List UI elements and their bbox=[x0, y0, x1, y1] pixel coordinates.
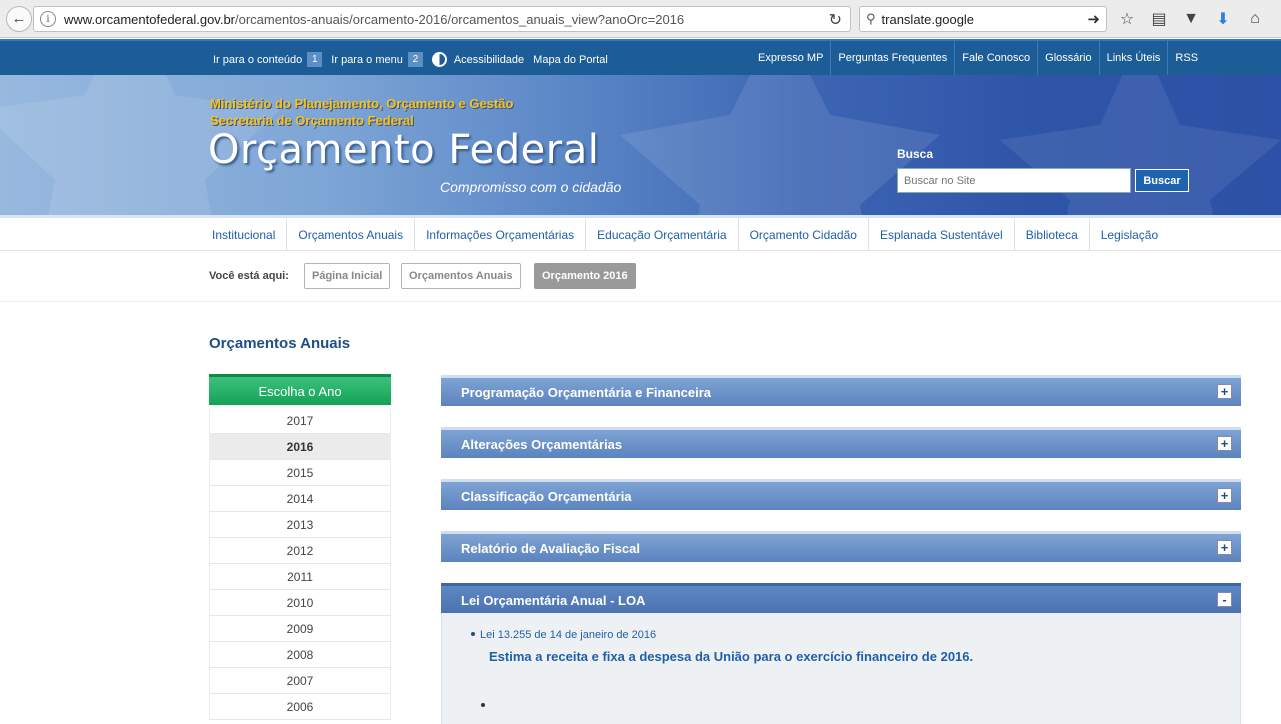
menu-item-7[interactable]: Legislação bbox=[1090, 218, 1169, 251]
year-option[interactable]: 2006 bbox=[209, 694, 391, 720]
info-icon[interactable]: i bbox=[40, 11, 56, 27]
year-option[interactable]: 2007 bbox=[209, 668, 391, 694]
year-option[interactable]: 2016 bbox=[209, 434, 391, 460]
collapse-icon[interactable]: - bbox=[1217, 592, 1232, 607]
browser-search-field[interactable]: ⚲ translate.google ➜ bbox=[859, 6, 1107, 32]
accordion-programacao[interactable]: Programação Orçamentária e Financeira + bbox=[441, 375, 1241, 406]
search-label: Busca bbox=[897, 147, 934, 161]
bullet-icon bbox=[481, 703, 485, 707]
search-button[interactable]: Buscar bbox=[1135, 169, 1189, 192]
year-option[interactable]: 2010 bbox=[209, 590, 391, 616]
expand-icon[interactable]: + bbox=[1217, 488, 1232, 503]
expand-icon[interactable]: + bbox=[1217, 384, 1232, 399]
search-icon: ⚲ bbox=[866, 11, 876, 26]
accordion-classificacao[interactable]: Classificação Orçamentária + bbox=[441, 479, 1241, 510]
url-path: /orcamentos-anuais/orcamento-2016/orcame… bbox=[235, 11, 685, 27]
menu-item-0[interactable]: Institucional bbox=[201, 218, 288, 251]
accordion-title: Classificação Orçamentária bbox=[461, 488, 632, 504]
expand-icon[interactable]: + bbox=[1217, 540, 1232, 555]
skip-content-key: 1 bbox=[307, 52, 323, 67]
accordion-loa-content: Lei 13.255 de 14 de janeiro de 2016 Esti… bbox=[441, 613, 1241, 724]
accordion-title: Alterações Orçamentárias bbox=[461, 436, 623, 452]
main-navigation: Institucional Orçamentos Anuais Informaçõe… bbox=[0, 215, 1281, 251]
site-tagline: Compromisso com o cidadão bbox=[440, 179, 622, 195]
year-option[interactable]: 2011 bbox=[209, 564, 391, 590]
breadcrumb: Você está aqui: Página Inicial Orçamento… bbox=[0, 252, 1281, 302]
accessibility-bar: Ir para o conteúdo 1 Ir para o menu 2 Ac… bbox=[0, 39, 1281, 75]
accordion-title: Relatório de Avaliação Fiscal bbox=[461, 540, 640, 556]
top-link-4[interactable]: Links Úteis bbox=[1098, 41, 1168, 75]
ministry-line-1: Ministério do Planejamento, Orçamento e … bbox=[210, 96, 514, 111]
skip-to-menu-link[interactable]: Ir para o menu bbox=[331, 54, 403, 66]
bullet-icon bbox=[471, 632, 475, 636]
pocket-icon[interactable]: ▼ bbox=[1180, 8, 1202, 30]
year-option[interactable]: 2014 bbox=[209, 486, 391, 512]
law-link[interactable]: Lei 13.255 de 14 de janeiro de 2016 bbox=[480, 629, 656, 641]
accordion-relatorio[interactable]: Relatório de Avaliação Fiscal + bbox=[441, 531, 1241, 562]
year-option[interactable]: 2017 bbox=[209, 408, 391, 434]
star-background-decoration bbox=[0, 75, 1281, 215]
accessibility-link[interactable]: Acessibilidade bbox=[454, 54, 524, 66]
download-icon[interactable]: ⬇ bbox=[1212, 8, 1234, 30]
home-icon[interactable]: ⌂ bbox=[1244, 8, 1266, 30]
reload-icon[interactable]: ↻ bbox=[829, 10, 842, 30]
year-selector-heading: Escolha o Ano bbox=[209, 374, 391, 405]
address-bar[interactable]: i www.orcamentofederal.gov.br/orcamentos… bbox=[33, 6, 851, 32]
top-link-0[interactable]: Expresso MP bbox=[751, 41, 830, 75]
expand-icon[interactable]: + bbox=[1217, 436, 1232, 451]
menu-item-4[interactable]: Orçamento Cidadão bbox=[739, 218, 869, 251]
year-selector: Escolha o Ano 2017 2016 2015 2014 2013 2012 20… bbox=[209, 374, 391, 720]
breadcrumb-annual-budgets[interactable]: Orçamentos Anuais bbox=[401, 263, 521, 289]
top-link-3[interactable]: Glossário bbox=[1037, 41, 1098, 75]
skip-to-content-link[interactable]: Ir para o conteúdo bbox=[213, 54, 302, 66]
arrow-right-icon[interactable]: ➜ bbox=[1087, 10, 1100, 28]
page-title: Orçamentos Anuais bbox=[209, 335, 351, 352]
ministry-name: Ministério do Planejamento, Orçamento e … bbox=[210, 95, 513, 129]
menu-item-1[interactable]: Orçamentos Anuais bbox=[287, 218, 416, 251]
browser-search-value: translate.google bbox=[881, 11, 975, 27]
menu-item-3[interactable]: Educação Orçamentária bbox=[586, 218, 739, 251]
top-link-5[interactable]: RSS bbox=[1167, 41, 1205, 75]
accordion-title: Programação Orçamentária e Financeira bbox=[461, 384, 712, 400]
browser-toolbar: ← i www.orcamentofederal.gov.br/orcament… bbox=[0, 0, 1281, 38]
breadcrumb-label: Você está aqui: bbox=[209, 270, 289, 282]
law-description-link[interactable]: Estima a receita e fixa a despesa da Uni… bbox=[489, 649, 973, 664]
back-arrow-icon[interactable]: ← bbox=[6, 5, 32, 32]
year-option[interactable]: 2012 bbox=[209, 538, 391, 564]
top-link-1[interactable]: Perguntas Frequentes bbox=[830, 41, 954, 75]
reading-list-icon[interactable]: ▤ bbox=[1148, 8, 1170, 30]
star-icon[interactable]: ☆ bbox=[1116, 8, 1138, 30]
site-search-input[interactable] bbox=[897, 168, 1131, 193]
site-header-banner: Ministério do Planejamento, Orçamento e … bbox=[0, 75, 1281, 215]
year-option[interactable]: 2013 bbox=[209, 512, 391, 538]
year-option[interactable]: 2008 bbox=[209, 642, 391, 668]
site-logo-title[interactable]: Orçamento Federal bbox=[208, 127, 599, 173]
breadcrumb-home[interactable]: Página Inicial bbox=[304, 263, 391, 289]
contrast-icon[interactable] bbox=[431, 52, 447, 67]
year-option[interactable]: 2015 bbox=[209, 460, 391, 486]
skip-menu-key: 2 bbox=[407, 52, 423, 67]
menu-item-2[interactable]: Informações Orçamentárias bbox=[415, 218, 587, 251]
accordion-alteracoes[interactable]: Alterações Orçamentárias + bbox=[441, 427, 1241, 458]
breadcrumb-current: Orçamento 2016 bbox=[534, 263, 636, 289]
menu-item-6[interactable]: Biblioteca bbox=[1015, 218, 1090, 251]
accordion-title: Lei Orçamentária Anual - LOA bbox=[461, 592, 646, 608]
menu-item-5[interactable]: Esplanada Sustentável bbox=[869, 218, 1015, 251]
menu-icon[interactable]: ☰ bbox=[1276, 8, 1281, 30]
accordion-loa[interactable]: Lei Orçamentária Anual - LOA - bbox=[441, 583, 1241, 614]
url-host: www.orcamentofederal.gov.br bbox=[64, 11, 236, 27]
sitemap-link[interactable]: Mapa do Portal bbox=[533, 54, 608, 66]
year-option[interactable]: 2009 bbox=[209, 616, 391, 642]
top-link-2[interactable]: Fale Conosco bbox=[954, 41, 1037, 75]
law-list-item: Lei 13.255 de 14 de janeiro de 2016 bbox=[471, 629, 656, 641]
